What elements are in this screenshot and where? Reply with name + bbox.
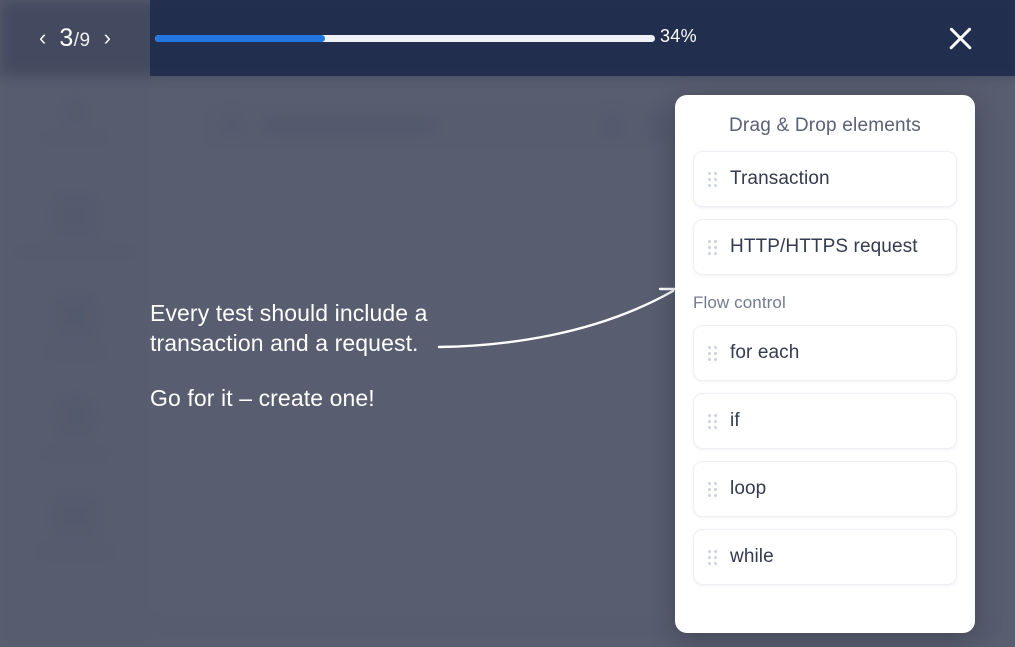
progress-track: [155, 34, 655, 42]
list-item[interactable]: while: [693, 529, 957, 585]
chevron-right-icon[interactable]: ›: [101, 25, 114, 51]
panel-primary-items: Transaction HTTP/HTTPS request: [675, 151, 975, 275]
list-item-label: loop: [730, 478, 767, 499]
drag-handle-icon[interactable]: [708, 239, 717, 255]
drag-handle-icon[interactable]: [708, 549, 717, 565]
progress-percent-label: 34%: [660, 26, 697, 46]
list-item-label: if: [730, 410, 740, 431]
panel-flow-items: for each if loop while: [675, 325, 975, 585]
step-separator: /: [73, 29, 80, 51]
drag-handle-icon[interactable]: [708, 481, 717, 497]
coach-message-line-2: Go for it – create one!: [150, 385, 375, 411]
step-current: 3: [59, 23, 74, 52]
drag-handle-icon[interactable]: [708, 413, 717, 429]
progress-fill: [155, 34, 325, 42]
list-item[interactable]: loop: [693, 461, 957, 517]
panel-section-title: Flow control: [693, 293, 786, 312]
list-item-label: while: [730, 546, 774, 567]
step-navigation: ‹ 3/9 ›: [0, 0, 150, 76]
close-icon[interactable]: [938, 16, 982, 60]
list-item[interactable]: Transaction: [693, 151, 957, 207]
list-item[interactable]: if: [693, 393, 957, 449]
chevron-left-icon[interactable]: ‹: [36, 25, 49, 51]
coach-mark-screen: ‹ 3/9 › 34% Every test should include a …: [0, 0, 1015, 647]
drag-handle-icon[interactable]: [708, 171, 717, 187]
step-total: 9: [79, 29, 91, 51]
step-counter: 3/9: [59, 24, 90, 53]
list-item-label: Transaction: [730, 168, 830, 189]
coach-message: Every test should include a transaction …: [150, 298, 450, 413]
panel-title: Drag & Drop elements: [729, 115, 921, 136]
list-item[interactable]: for each: [693, 325, 957, 381]
list-item[interactable]: HTTP/HTTPS request: [693, 219, 957, 275]
drag-drop-panel: Drag & Drop elements Transaction HTTP/HT…: [675, 95, 975, 633]
list-item-label: HTTP/HTTPS request: [730, 236, 918, 257]
coach-message-line-1: Every test should include a transaction …: [150, 300, 428, 356]
drag-handle-icon[interactable]: [708, 345, 717, 361]
progress-bar: [155, 30, 655, 46]
list-item-label: for each: [730, 342, 800, 363]
